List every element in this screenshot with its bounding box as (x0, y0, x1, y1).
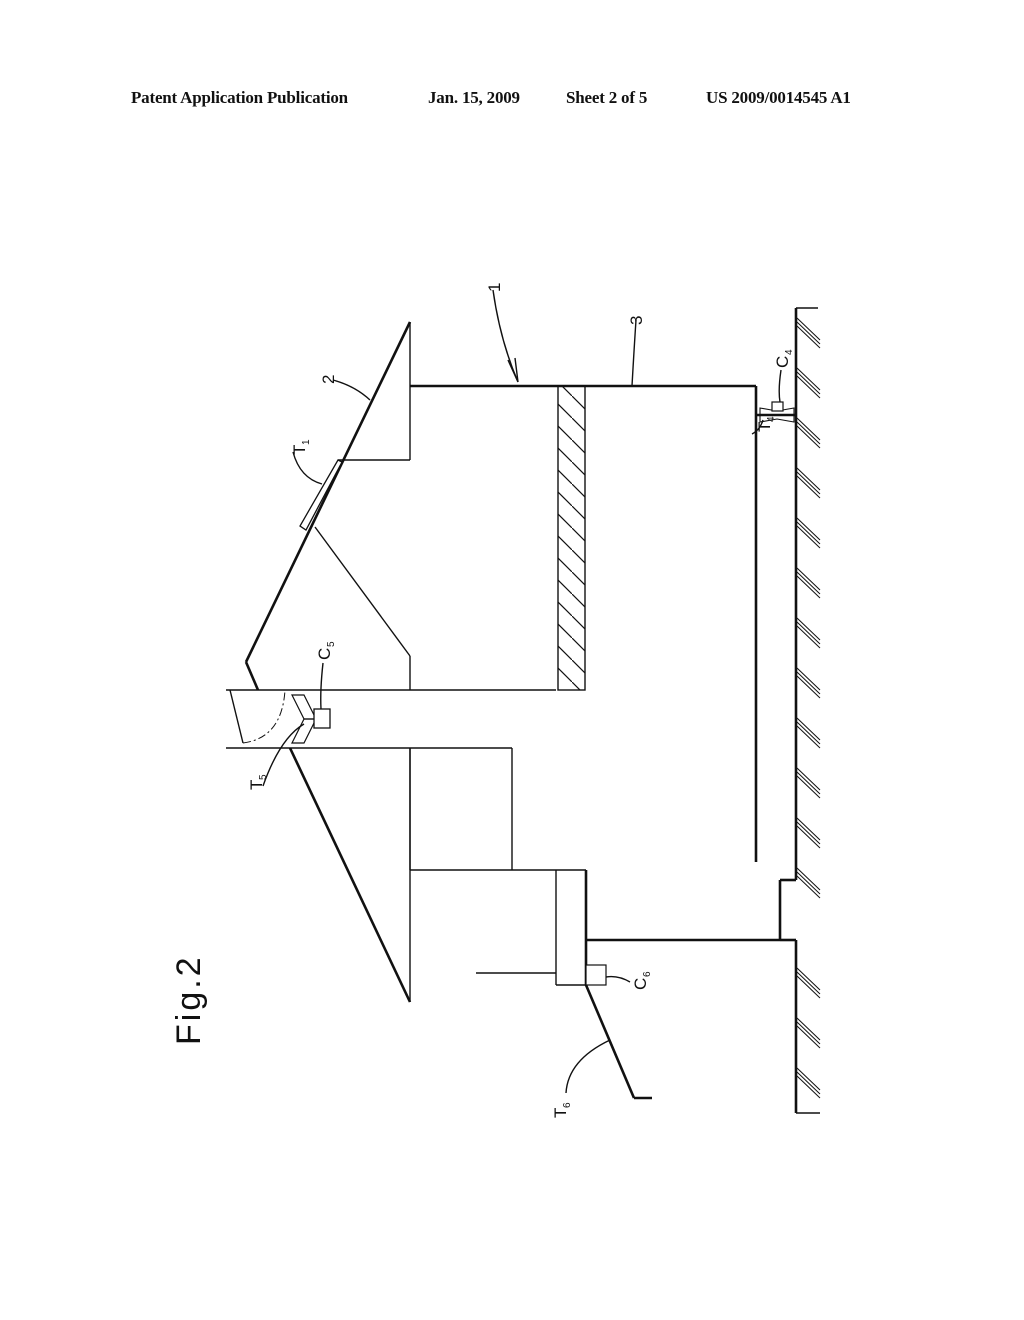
controller-C5 (313, 708, 331, 729)
hatch-stroke (796, 671, 821, 695)
svg-text:T: T (551, 1108, 570, 1118)
svg-text:6: 6 (562, 1102, 573, 1108)
hatch-stroke (796, 871, 821, 895)
label-1: 1 (485, 283, 504, 292)
svg-text:3: 3 (627, 316, 646, 325)
hatch-stroke (796, 1071, 821, 1095)
svg-text:T: T (247, 780, 266, 790)
hatch-stroke (796, 521, 821, 545)
label-2: 2 (319, 375, 338, 384)
hatch-stroke (796, 621, 821, 645)
hatched-beam (557, 385, 586, 691)
label-C4: C 4 (773, 349, 795, 368)
hatch-stroke (796, 721, 821, 745)
svg-text:5: 5 (326, 641, 337, 647)
label-3: 3 (627, 316, 646, 325)
hatch-stroke (796, 421, 821, 445)
patent-drawing: Fig.2 1 2 3 T 1 C 4 T 4 C 5 T 5 C 6 T 6 (170, 283, 821, 1118)
hatch-stroke (796, 1021, 821, 1045)
hatch-stroke (796, 571, 821, 595)
ground-hatching (796, 317, 821, 1099)
svg-text:C: C (631, 978, 650, 990)
svg-text:T: T (755, 422, 774, 432)
controller-C4 (771, 401, 784, 412)
svg-text:T: T (290, 445, 309, 455)
svg-text:C: C (315, 648, 334, 660)
duct-T6 (584, 984, 652, 1100)
fan-T5 (291, 694, 317, 744)
label-T1: T 1 (290, 439, 312, 455)
hatch-stroke (796, 771, 821, 795)
hatch-stroke (796, 821, 821, 845)
hatch-stroke (796, 371, 821, 395)
label-C5: C 5 (315, 641, 337, 660)
hatch-stroke (796, 471, 821, 495)
svg-text:C: C (773, 356, 792, 368)
svg-text:1: 1 (485, 283, 504, 292)
svg-text:1: 1 (301, 439, 312, 445)
label-T4: T 4 (755, 416, 777, 432)
svg-text:4: 4 (766, 416, 777, 422)
svg-text:2: 2 (319, 375, 338, 384)
label-T6: T 6 (551, 1102, 573, 1118)
svg-text:6: 6 (642, 971, 653, 977)
controller-C6 (585, 964, 607, 986)
svg-text:4: 4 (784, 349, 795, 355)
hatch-stroke (796, 321, 821, 345)
hatch-stroke (796, 971, 821, 995)
roof-2 (244, 321, 412, 1003)
label-C6: C 6 (631, 971, 653, 990)
svg-text:5: 5 (258, 774, 269, 780)
building-1 (409, 384, 796, 986)
figure-label: Fig.2 (170, 954, 208, 1045)
ground (778, 307, 821, 1114)
panel-T1 (299, 459, 343, 531)
label-T5: T 5 (247, 774, 269, 790)
